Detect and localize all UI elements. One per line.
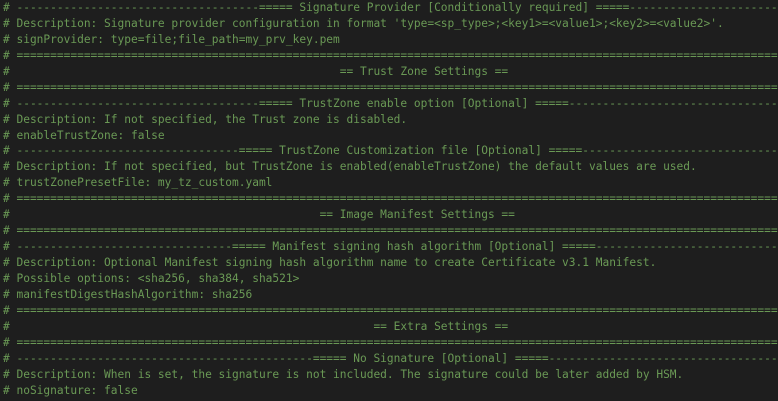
comment-line-signature-provider-description: # Description: Signature provider config…: [3, 16, 724, 30]
divider-line: # ======================================…: [3, 192, 778, 206]
divider-line: # ======================================…: [3, 80, 778, 94]
section-title-extra-settings: # == Extra Settings ==: [3, 319, 509, 333]
section-header-no-signature: # --------------------------------------…: [3, 351, 778, 365]
section-header-signature-provider: # ------------------------------------==…: [3, 1, 778, 14]
section-header-trustzone-enable: # ------------------------------------==…: [3, 96, 778, 110]
comment-line-manifest-hash-description: # Description: Optional Manifest signing…: [3, 256, 657, 269]
divider-line: # ======================================…: [3, 48, 778, 62]
config-line-trust-zone-preset-file: # trustZonePresetFile: my_tz_custom.yaml: [3, 176, 273, 190]
config-line-enable-trust-zone: # enableTrustZone: false: [3, 128, 165, 142]
config-line-no-signature: # noSignature: false: [3, 383, 138, 397]
code-editor[interactable]: # ------------------------------------==…: [0, 0, 778, 401]
divider-line: # ======================================…: [3, 335, 778, 349]
section-header-manifest-hash-algorithm: # --------------------------------===== …: [3, 240, 778, 254]
divider-line: # ======================================…: [3, 303, 778, 317]
section-header-trustzone-customization: # ---------------------------------=====…: [3, 144, 778, 158]
divider-line: # ======================================…: [3, 224, 778, 238]
comment-line-trustzone-customization-description: # Description: If not specified, but Tru…: [3, 160, 697, 174]
comment-line-trustzone-enable-description: # Description: If not specified, the Tru…: [3, 112, 408, 126]
comment-line-no-signature-description: # Description: When is set, the signatur…: [3, 367, 684, 381]
section-title-image-manifest-settings: # == Image Manifest Settings ==: [3, 208, 515, 222]
config-line-sign-provider: # signProvider: type=file;file_path=my_p…: [3, 32, 340, 46]
config-line-manifest-digest-hash-algorithm: # manifestDigestHashAlgorithm: sha256: [3, 287, 253, 301]
section-title-trust-zone-settings: # == Trust Zone Settings ==: [3, 64, 509, 78]
comment-line-manifest-hash-options: # Possible options: <sha256, sha384, sha…: [3, 271, 300, 285]
